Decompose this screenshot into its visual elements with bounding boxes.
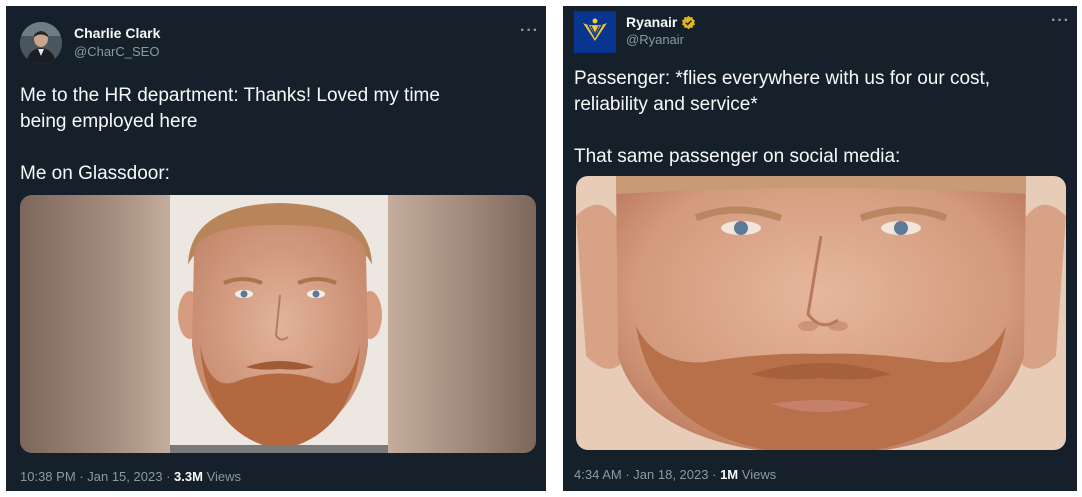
tweet-card-ryanair[interactable]: Ryanair @Ryanair ··· Passenger: *flies e… xyxy=(563,6,1077,491)
tweet-text-line: Me on Glassdoor: xyxy=(20,163,170,184)
author-handle[interactable]: @Ryanair xyxy=(626,32,684,47)
ryanair-logo-icon xyxy=(574,11,616,53)
views-label[interactable]: Views xyxy=(742,467,776,482)
tweet-time[interactable]: 4:34 AM xyxy=(574,467,622,482)
author-avatar[interactable] xyxy=(574,11,616,53)
tweet-text: Passenger: *flies everywhere with us for… xyxy=(574,66,990,170)
tweet-card-charlie-clark[interactable]: Charlie Clark @CharC_SEO ··· Me to the H… xyxy=(6,6,546,491)
author-name[interactable]: Charlie Clark xyxy=(74,25,160,41)
views-label[interactable]: Views xyxy=(207,469,241,484)
tweet-date[interactable]: Jan 18, 2023 xyxy=(633,467,708,482)
more-options-icon[interactable]: ··· xyxy=(1051,12,1070,30)
tweet-meta: 10:38 PM · Jan 15, 2023 · 3.3M Views xyxy=(20,469,241,484)
tweet-text-line: being employed here xyxy=(20,111,198,132)
meta-separator: · xyxy=(712,467,717,482)
tweet-text-line: That same passenger on social media: xyxy=(574,146,901,167)
tweet-time[interactable]: 10:38 PM xyxy=(20,469,76,484)
tweet-media-image[interactable] xyxy=(20,195,536,453)
author-name-text[interactable]: Ryanair xyxy=(626,14,677,30)
tweet-text-line: reliability and service* xyxy=(574,94,758,115)
meta-separator: · xyxy=(166,469,171,484)
author-name[interactable]: Ryanair xyxy=(626,14,696,30)
meta-separator: · xyxy=(79,469,84,484)
avatar-photo xyxy=(20,22,62,64)
views-count[interactable]: 3.3M xyxy=(174,469,203,484)
verified-badge-icon xyxy=(681,15,696,30)
tweet-text-line: Me to the HR department: Thanks! Loved m… xyxy=(20,85,440,106)
media-photo-portrait xyxy=(20,195,536,453)
views-count[interactable]: 1M xyxy=(720,467,738,482)
tweet-meta: 4:34 AM · Jan 18, 2023 · 1M Views xyxy=(574,467,776,482)
more-options-icon[interactable]: ··· xyxy=(520,22,539,40)
meta-separator: · xyxy=(625,467,630,482)
author-handle[interactable]: @CharC_SEO xyxy=(74,44,159,59)
author-avatar[interactable] xyxy=(20,22,62,64)
tweet-text: Me to the HR department: Thanks! Loved m… xyxy=(20,83,440,187)
tweet-date[interactable]: Jan 15, 2023 xyxy=(87,469,162,484)
author-name-text[interactable]: Charlie Clark xyxy=(74,25,160,41)
media-photo-closeup xyxy=(576,176,1066,450)
tweet-media-image[interactable] xyxy=(576,176,1066,450)
tweet-text-line: Passenger: *flies everywhere with us for… xyxy=(574,68,991,89)
